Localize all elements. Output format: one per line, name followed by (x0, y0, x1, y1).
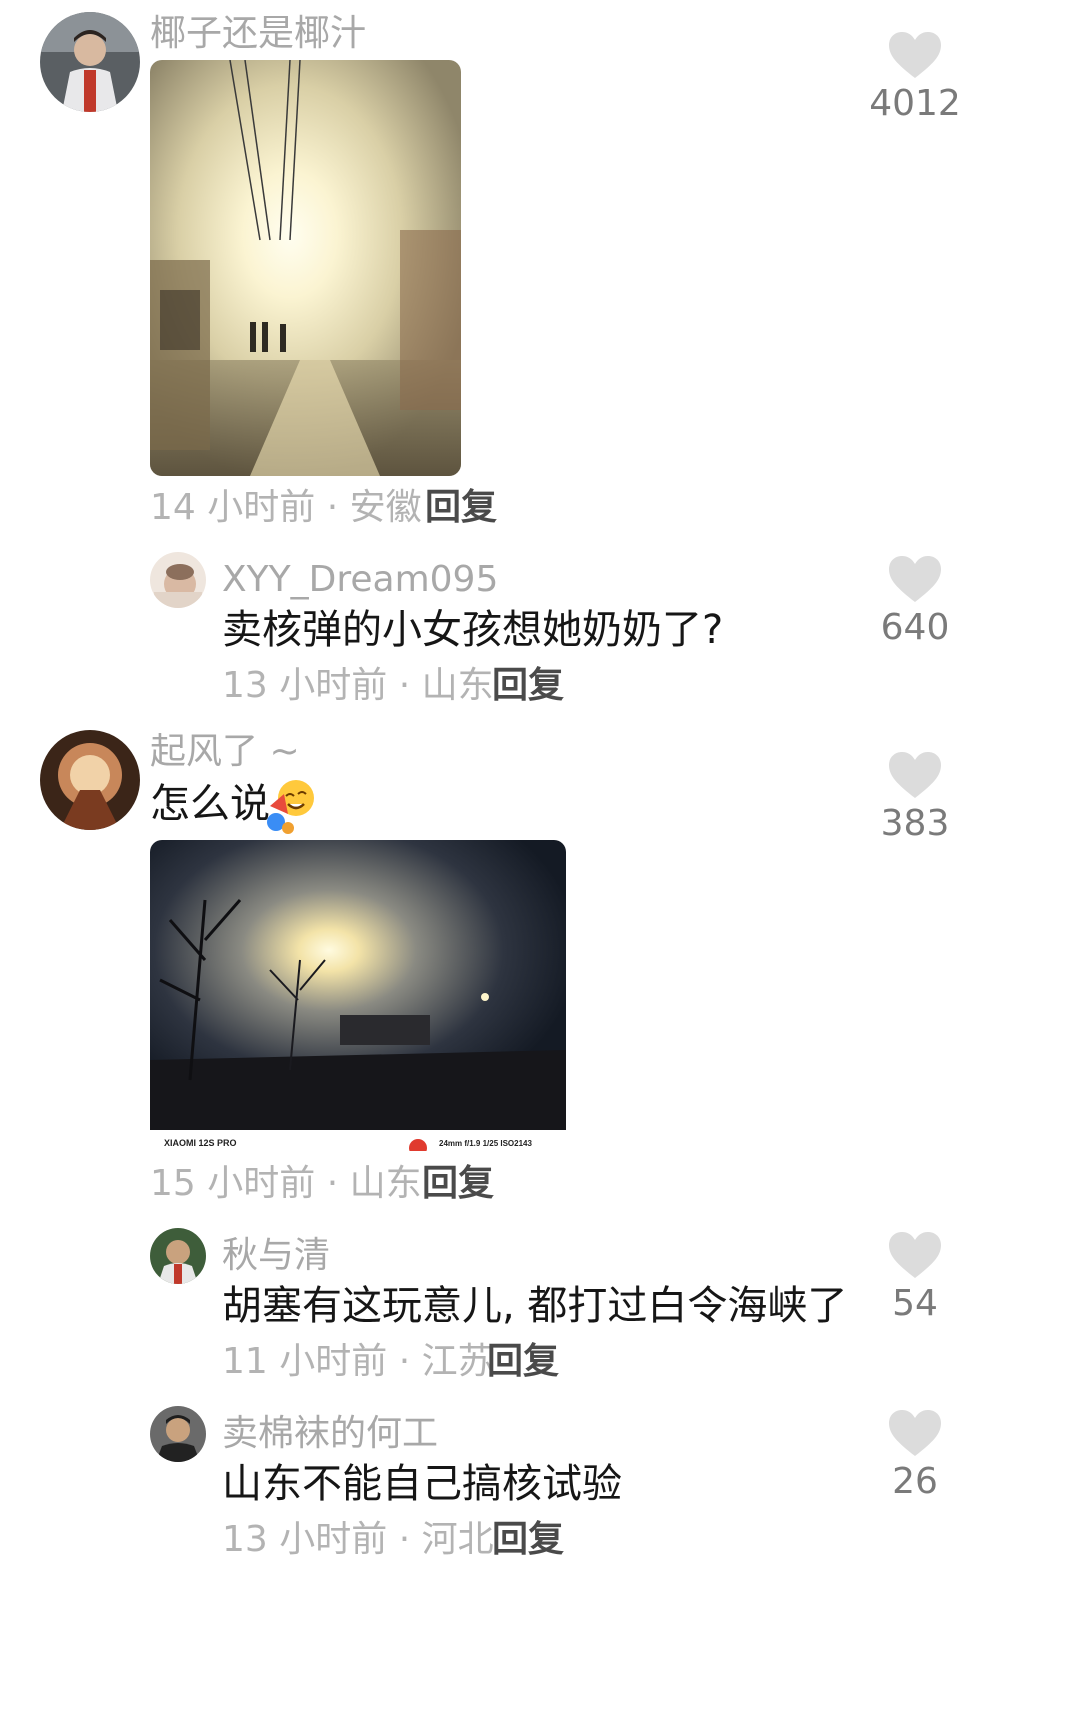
like-count: 4012 (869, 83, 961, 124)
reply-button[interactable]: 回复 (492, 668, 564, 704)
laughing-clown-emoji-icon (262, 776, 320, 834)
like-count: 54 (892, 1283, 938, 1324)
comment-text: 怎么说 (150, 781, 270, 827)
comment-meta: 14 小时前 · 安徽 (150, 487, 422, 528)
user-avatar-icon (40, 12, 140, 112)
comment-text: 卖核弹的小女孩想她奶奶了? (222, 607, 724, 653)
avatar[interactable] (150, 552, 206, 608)
like-button[interactable]: 54 (855, 1230, 975, 1322)
heart-icon (889, 752, 941, 798)
comment-meta: 11 小时前 · 江苏 (222, 1341, 494, 1382)
comment-meta: 15 小时前 · 山东 (150, 1163, 422, 1204)
avatar[interactable] (150, 1406, 206, 1462)
like-count: 383 (880, 803, 950, 844)
like-count: 26 (892, 1461, 938, 1502)
like-count: 640 (880, 607, 950, 648)
user-avatar-icon (40, 730, 140, 830)
like-button[interactable]: 640 (855, 554, 975, 646)
comment-image[interactable]: XIAOMI 12S PRO 24mm f/1.9 1/25 ISO2143 (150, 840, 566, 1151)
avatar[interactable] (150, 1228, 206, 1284)
exif-label: 24mm f/1.9 1/25 ISO2143 (439, 1139, 533, 1148)
comment-text: 胡塞有这玩意儿, 都打过白令海峡了 (222, 1283, 848, 1329)
comment-image[interactable] (150, 60, 461, 476)
heart-icon (889, 32, 941, 78)
avatar[interactable] (40, 12, 140, 112)
heart-icon (889, 1232, 941, 1278)
comment-username[interactable]: XYY_Dream095 (222, 562, 498, 598)
comment-username[interactable]: 起风了 ~ (150, 734, 300, 770)
reply-button[interactable]: 回复 (487, 1344, 559, 1380)
user-avatar-icon (150, 552, 206, 608)
like-button[interactable]: 383 (855, 750, 975, 842)
avatar[interactable] (40, 730, 140, 830)
user-avatar-icon (150, 1406, 206, 1462)
reply-button[interactable]: 回复 (492, 1522, 564, 1558)
heart-icon (889, 556, 941, 602)
comment-text: 山东不能自己搞核试验 (222, 1461, 622, 1507)
night-street-glow-photo (150, 60, 461, 476)
heart-icon (889, 1410, 941, 1456)
comment-meta: 13 小时前 · 山东 (222, 665, 494, 706)
like-button[interactable]: 26 (855, 1408, 975, 1500)
reply-button[interactable]: 回复 (422, 1166, 494, 1202)
night-sky-glow-photo: XIAOMI 12S PRO 24mm f/1.9 1/25 ISO2143 (150, 840, 566, 1151)
comment-meta: 13 小时前 · 河北 (222, 1519, 494, 1560)
user-avatar-icon (150, 1228, 206, 1284)
reply-button[interactable]: 回复 (425, 490, 497, 526)
comment-username[interactable]: 卖棉袜的何工 (222, 1416, 438, 1452)
like-button[interactable]: 4012 (855, 30, 975, 122)
camera-model-label: XIAOMI 12S PRO (164, 1138, 237, 1148)
comment-list: 椰子还是椰汁 14 小时前 · 安徽 回复 4012 XYY_Dream095 … (0, 0, 1080, 1735)
comment-username[interactable]: 秋与清 (222, 1238, 330, 1274)
comment-username[interactable]: 椰子还是椰汁 (150, 16, 366, 52)
